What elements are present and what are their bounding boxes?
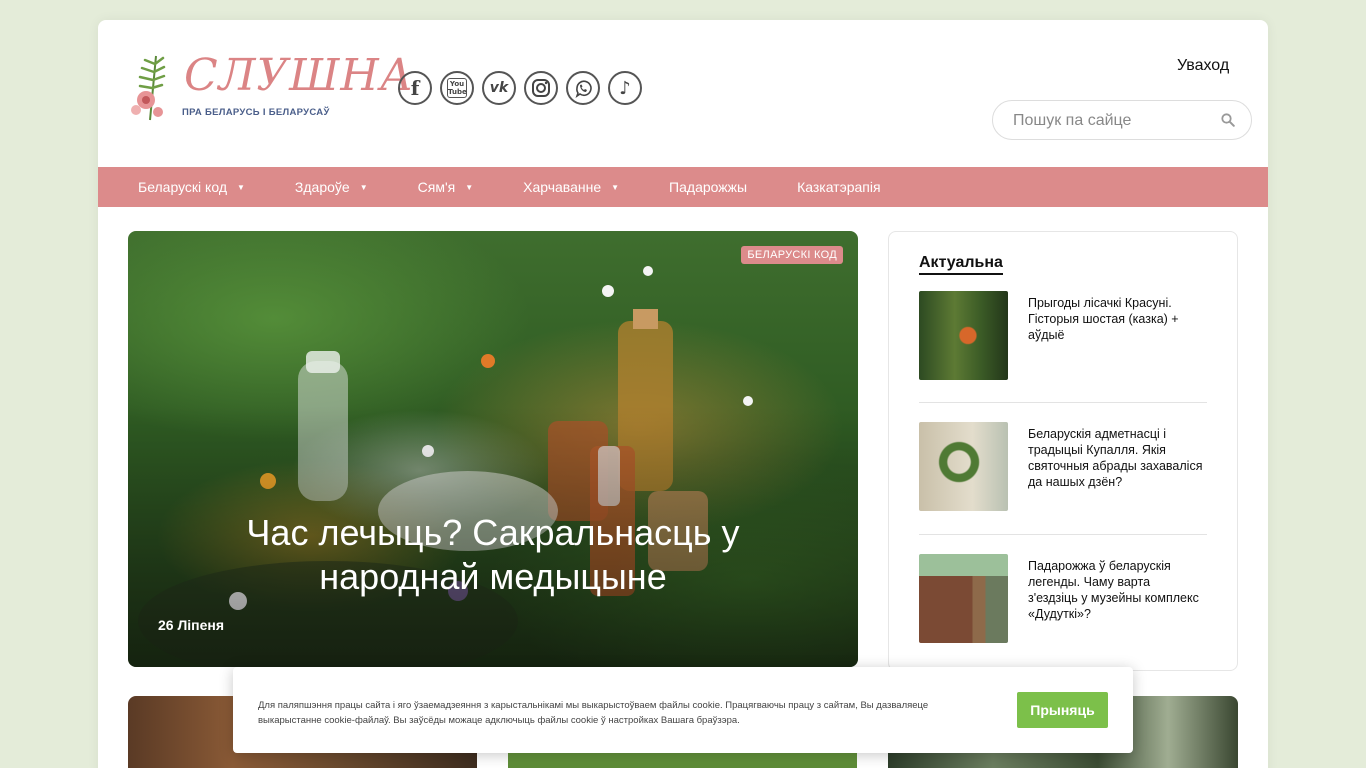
search-input[interactable] bbox=[1013, 110, 1213, 132]
hero-date: 26 Ліпеня bbox=[158, 617, 225, 633]
search-icon[interactable] bbox=[1221, 113, 1235, 127]
hero-title[interactable]: Час лечыць? Сакральнасць у народнай меды… bbox=[188, 511, 798, 599]
article-title[interactable]: Беларускія адметнасці і традыцыі Купалля… bbox=[1028, 426, 1203, 490]
cookie-banner: Для паляпшэння працы сайта і яго ўзаемад… bbox=[233, 667, 1133, 753]
nav-item-label: Падарожжы bbox=[669, 179, 748, 195]
viber-icon[interactable] bbox=[566, 71, 600, 105]
nav-item-fairytale-therapy[interactable]: Казкатэрапія bbox=[797, 179, 881, 195]
nav-item-health[interactable]: Здароўе ▼ bbox=[295, 179, 368, 195]
category-badge[interactable]: БЕЛАРУСКІ КОД bbox=[741, 246, 843, 264]
nav-item-label: Харчаванне bbox=[523, 179, 602, 195]
sidebar-article[interactable]: Прыгоды лісачкі Красуні. Гісторыя шостая… bbox=[919, 291, 1207, 380]
nav-item-food[interactable]: Харчаванне ▼ bbox=[523, 179, 619, 195]
accept-cookies-button[interactable]: Прыняць bbox=[1017, 692, 1108, 728]
nav-item-travel[interactable]: Падарожжы bbox=[669, 179, 747, 195]
chevron-down-icon: ▼ bbox=[237, 182, 245, 192]
site-logo[interactable]: СЛУШНА ПРА БЕЛАРУСЬ І БЕЛАРУСАЎ bbox=[128, 52, 413, 124]
page-container: СЛУШНА ПРА БЕЛАРУСЬ І БЕЛАРУСАЎ f You Tu… bbox=[98, 20, 1268, 768]
article-thumbnail[interactable] bbox=[919, 291, 1008, 380]
fern-flower-logo-icon bbox=[131, 55, 166, 121]
nav-item-label: Казкатэрапія bbox=[797, 179, 881, 195]
youtube-icon[interactable]: You Tube bbox=[440, 71, 474, 105]
facebook-glyph: f bbox=[410, 76, 420, 100]
chevron-down-icon: ▼ bbox=[359, 182, 368, 192]
sidebar-article[interactable]: Беларускія адметнасці і традыцыі Купалля… bbox=[919, 422, 1207, 511]
main-nav: Беларускі код ▼ Здароўе ▼ Сям'я ▼ Харчаванн… bbox=[98, 167, 1268, 207]
trending-sidebar: Актуальна Прыгоды лісачкі Красуні. Гісто… bbox=[888, 231, 1238, 671]
nav-item-label: Сям'я bbox=[417, 179, 456, 195]
nav-item-belarusian-code[interactable]: Беларускі код ▼ bbox=[138, 179, 245, 195]
chevron-down-icon: ▼ bbox=[465, 182, 474, 192]
logo-title: СЛУШНА bbox=[184, 50, 415, 101]
divider bbox=[919, 402, 1207, 403]
article-title[interactable]: Прыгоды лісачкі Красуні. Гісторыя шостая… bbox=[1028, 295, 1203, 343]
login-link[interactable]: Уваход bbox=[1177, 57, 1229, 75]
article-thumbnail[interactable] bbox=[919, 554, 1008, 643]
social-links: f You Tube vk ♪ bbox=[398, 71, 642, 105]
article-title[interactable]: Падарожжа ў беларускія легенды. Чаму вар… bbox=[1028, 558, 1203, 622]
sidebar-heading: Актуальна bbox=[919, 254, 1003, 275]
nav-item-family[interactable]: Сям'я ▼ bbox=[418, 179, 474, 195]
nav-item-label: Здароўе bbox=[294, 179, 350, 195]
instagram-glyph bbox=[532, 79, 550, 97]
vk-icon[interactable]: vk bbox=[482, 71, 516, 105]
instagram-icon[interactable] bbox=[524, 71, 558, 105]
divider bbox=[919, 534, 1207, 535]
hero-shade bbox=[128, 231, 858, 667]
youtube-glyph: You Tube bbox=[447, 78, 467, 98]
search-box bbox=[992, 100, 1252, 140]
vk-glyph: vk bbox=[489, 80, 509, 96]
hero-article[interactable]: БЕЛАРУСКІ КОД Час лечыць? Сакральнасць у… bbox=[128, 231, 858, 667]
logo-subtitle: ПРА БЕЛАРУСЬ І БЕЛАРУСАЎ bbox=[182, 107, 330, 118]
tiktok-glyph: ♪ bbox=[619, 77, 631, 99]
nav-item-label: Беларускі код bbox=[138, 179, 227, 195]
sidebar-article[interactable]: Падарожжа ў беларускія легенды. Чаму вар… bbox=[919, 554, 1207, 643]
facebook-icon[interactable]: f bbox=[398, 71, 432, 105]
chevron-down-icon: ▼ bbox=[611, 182, 620, 192]
article-thumbnail[interactable] bbox=[919, 422, 1008, 511]
viber-glyph bbox=[575, 80, 592, 98]
cookie-text: Для паляпшэння працы сайта і яго ўзаемад… bbox=[258, 700, 929, 726]
tiktok-icon[interactable]: ♪ bbox=[608, 71, 642, 105]
